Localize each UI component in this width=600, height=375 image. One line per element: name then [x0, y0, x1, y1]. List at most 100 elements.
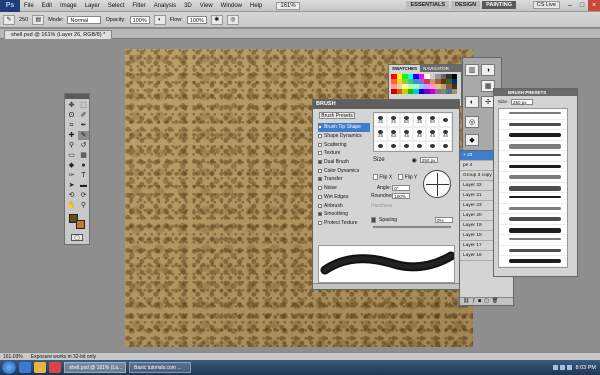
- size-field[interactable]: 250 px: [419, 157, 438, 163]
- close-icon[interactable]: ×: [588, 0, 600, 11]
- brush-preset-stroke[interactable]: [499, 130, 567, 141]
- new-layer-icon[interactable]: ▢: [484, 298, 489, 305]
- link-layers-icon[interactable]: ⛓: [463, 298, 469, 305]
- marquee-tool-icon[interactable]: ⬚: [78, 101, 89, 110]
- zoom-tool-icon[interactable]: ⚲: [78, 201, 89, 210]
- clock[interactable]: 8:03 PM: [576, 365, 596, 371]
- brush-option-checkbox[interactable]: [318, 194, 322, 199]
- menu-select[interactable]: Select: [104, 3, 129, 9]
- brush-option-checkbox[interactable]: [318, 203, 322, 208]
- brush-tip[interactable]: 45: [426, 127, 439, 142]
- opacity-field[interactable]: 100%: [129, 15, 150, 24]
- brush-panel-toggle-icon[interactable]: ▤: [32, 14, 45, 25]
- brush-preset-stroke[interactable]: [499, 151, 567, 162]
- workspace-painting-button[interactable]: PAINTING: [482, 1, 516, 9]
- gradient-tool-icon[interactable]: ▦: [78, 151, 89, 160]
- brush-preset-stroke[interactable]: [499, 225, 567, 235]
- brush-tip[interactable]: 45: [400, 127, 413, 142]
- brush-preset-stroke[interactable]: [499, 183, 567, 193]
- menu-3d[interactable]: 3D: [180, 3, 196, 9]
- brush-tip[interactable]: 25: [387, 113, 400, 128]
- hand-tool-icon[interactable]: ✋: [66, 201, 77, 210]
- tab-swatches[interactable]: SWATCHES: [389, 65, 421, 72]
- brush-preset-stroke[interactable]: [499, 120, 567, 130]
- brush-tip[interactable]: 50: [400, 113, 413, 128]
- brush-preset-stroke[interactable]: [499, 162, 567, 172]
- brush-tip[interactable]: [439, 113, 452, 128]
- angle-field[interactable]: 0°: [392, 185, 411, 191]
- quick-select-tool-icon[interactable]: ✐: [78, 111, 89, 120]
- menu-edit[interactable]: Edit: [38, 3, 56, 9]
- brush-option-checkbox[interactable]: [318, 142, 322, 147]
- brush-option-item[interactable]: Dual Brush: [318, 158, 370, 167]
- angle-roundness-dial[interactable]: [423, 170, 451, 198]
- history-brush-tool-icon[interactable]: ↺: [78, 141, 89, 150]
- brush-option-item[interactable]: Color Dynamics: [318, 166, 370, 175]
- brush-preset-stroke[interactable]: [499, 109, 567, 120]
- menu-help[interactable]: Help: [246, 3, 266, 9]
- presets-size-field[interactable]: 250 px: [511, 98, 534, 105]
- menu-analysis[interactable]: Analysis: [150, 3, 180, 9]
- 3d-camera-tool-icon[interactable]: ⟳: [78, 191, 89, 200]
- tray-icon[interactable]: [566, 365, 572, 370]
- spacing-field[interactable]: 0%: [435, 217, 453, 224]
- brush-preset-stroke[interactable]: [499, 256, 567, 267]
- menu-window[interactable]: Window: [217, 3, 246, 9]
- flip-y-checkbox[interactable]: Flip Y: [398, 174, 417, 181]
- brush-option-item[interactable]: Protect Texture: [318, 219, 370, 228]
- zoom-level-dropdown[interactable]: 161%: [276, 1, 300, 10]
- brush-option-item[interactable]: Transfer: [318, 175, 370, 184]
- pressure-size-icon[interactable]: ◎: [226, 14, 239, 25]
- brush-option-checkbox[interactable]: [318, 220, 322, 225]
- lasso-tool-icon[interactable]: ʘ: [66, 111, 77, 120]
- flip-x-checkbox[interactable]: Flip X: [373, 174, 392, 181]
- brush-preset-stroke[interactable]: [499, 172, 567, 183]
- brush-tip[interactable]: 25: [413, 113, 426, 128]
- brush-option-checkbox[interactable]: [318, 212, 322, 217]
- spacing-checkbox[interactable]: [371, 217, 376, 223]
- media-player-icon[interactable]: [49, 362, 61, 373]
- ie-icon[interactable]: [19, 362, 31, 373]
- brush-option-item[interactable]: Shape Dynamics: [318, 132, 370, 141]
- brush-preset-stroke[interactable]: [499, 204, 567, 214]
- blur-tool-icon[interactable]: ◆: [66, 161, 77, 170]
- brush-option-checkbox[interactable]: [318, 134, 322, 139]
- status-zoom[interactable]: 161.03%: [3, 354, 23, 360]
- pen-tool-icon[interactable]: ✑: [66, 171, 77, 180]
- document-tab[interactable]: shell.psd @ 161% (Layer 26, RGB/8) *: [4, 30, 113, 39]
- workspace-design-button[interactable]: DESIGN: [451, 1, 481, 9]
- mode-select[interactable]: Normal: [67, 15, 102, 24]
- color-swatch[interactable]: [451, 89, 457, 94]
- brush-tip[interactable]: [413, 141, 426, 151]
- start-button[interactable]: [2, 361, 16, 374]
- brush-tip[interactable]: [374, 141, 387, 151]
- brush-option-checkbox[interactable]: [318, 186, 322, 191]
- brush-preset-stroke[interactable]: [499, 141, 567, 151]
- move-tool-icon[interactable]: ✥: [66, 101, 77, 110]
- brush-tip[interactable]: 50: [426, 113, 439, 128]
- brush-tip[interactable]: [387, 141, 400, 151]
- path-select-tool-icon[interactable]: ➤: [66, 181, 77, 190]
- tray-icon[interactable]: [552, 365, 558, 370]
- color-icon[interactable]: ◑: [481, 64, 495, 76]
- brush-preset-stroke[interactable]: [499, 193, 567, 204]
- crop-tool-icon[interactable]: ⌗: [66, 121, 77, 130]
- brush-option-checkbox[interactable]: [318, 125, 322, 130]
- brush-tool-preset-icon[interactable]: ✎: [3, 14, 15, 25]
- tab-navigator[interactable]: NAVIGATOR: [420, 65, 452, 72]
- brush-option-item[interactable]: Noise: [318, 184, 370, 193]
- taskbar-task-browser[interactable]: Basic tutorials.com ...: [129, 362, 191, 373]
- cs-live-button[interactable]: CS Live: [532, 1, 560, 9]
- quick-mask-icon[interactable]: ◯: [71, 234, 83, 241]
- brush-tip[interactable]: 63: [387, 127, 400, 142]
- healing-tool-icon[interactable]: ✚: [66, 131, 77, 140]
- brush-preset-stroke[interactable]: [499, 214, 567, 225]
- shape-tool-icon[interactable]: ▬: [78, 181, 89, 190]
- workspace-essentials-button[interactable]: ESSENTIALS: [406, 1, 450, 9]
- spacing-slider[interactable]: [373, 226, 451, 228]
- menu-image[interactable]: Image: [56, 3, 81, 9]
- brush-preset-stroke[interactable]: [499, 246, 567, 256]
- brush-option-item[interactable]: Wet Edges: [318, 193, 370, 202]
- brush-option-checkbox[interactable]: [318, 168, 322, 173]
- brush-tip[interactable]: [426, 141, 439, 151]
